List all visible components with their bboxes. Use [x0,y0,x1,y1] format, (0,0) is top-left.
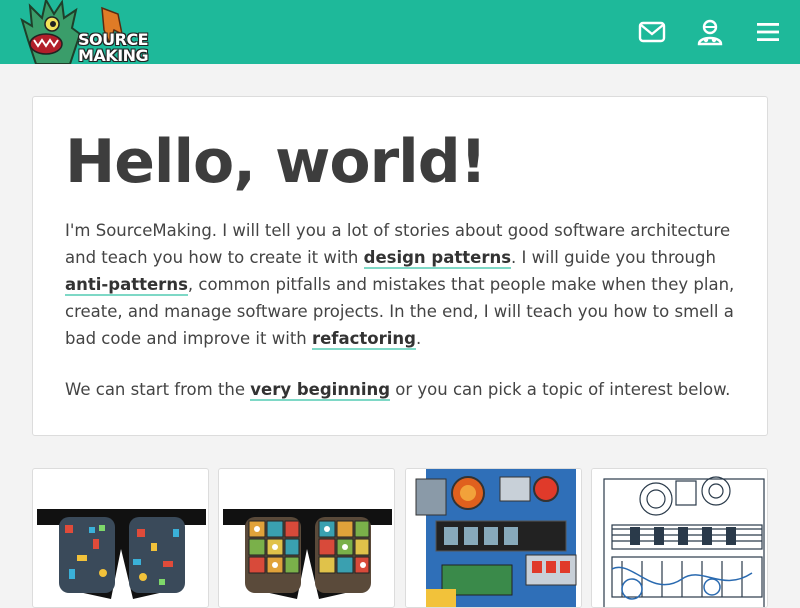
glasses-circuit-image [37,509,206,599]
intro-text-segment: . I will guide you through [511,248,716,267]
refactoring-link[interactable]: refactoring [311,329,416,350]
intro-paragraph-1: I'm SourceMaking. I will tell you a lot … [65,217,737,352]
mail-icon[interactable] [638,18,666,46]
top-navbar: SOURCE MAKING [0,0,800,65]
robot-color-image [406,469,581,607]
intro-text: I'm SourceMaking. I will tell you a lot … [65,217,737,427]
very-beginning-link[interactable]: very beginning [250,380,391,401]
design-patterns-link[interactable]: design patterns [363,248,512,269]
intro-text-segment: We can start from the [65,380,251,399]
anti-patterns-tile[interactable] [218,468,395,608]
intro-text-segment: or you can pick a topic of interest belo… [390,380,731,399]
page-title: Hello, world! [65,127,487,197]
robot-sketch-image [592,469,767,607]
intro-paragraph-2: We can start from the very beginning or … [65,376,737,403]
intro-text-segment: . [415,329,422,348]
intro-card: Hello, world! I'm SourceMaking. I will t… [32,96,768,436]
logo-wordmark: SOURCE MAKING [78,32,149,65]
design-patterns-tile[interactable] [32,468,209,608]
user-icon[interactable] [696,18,724,46]
refactoring-tile[interactable] [405,468,582,608]
logo-line2: MAKING [78,46,149,65]
menu-icon[interactable] [754,18,782,46]
anti-patterns-link[interactable]: anti-patterns [65,275,188,296]
glasses-robots-image [223,509,392,599]
uml-tile[interactable] [591,468,768,608]
sourcemaking-logo[interactable]: SOURCE MAKING [18,0,149,65]
